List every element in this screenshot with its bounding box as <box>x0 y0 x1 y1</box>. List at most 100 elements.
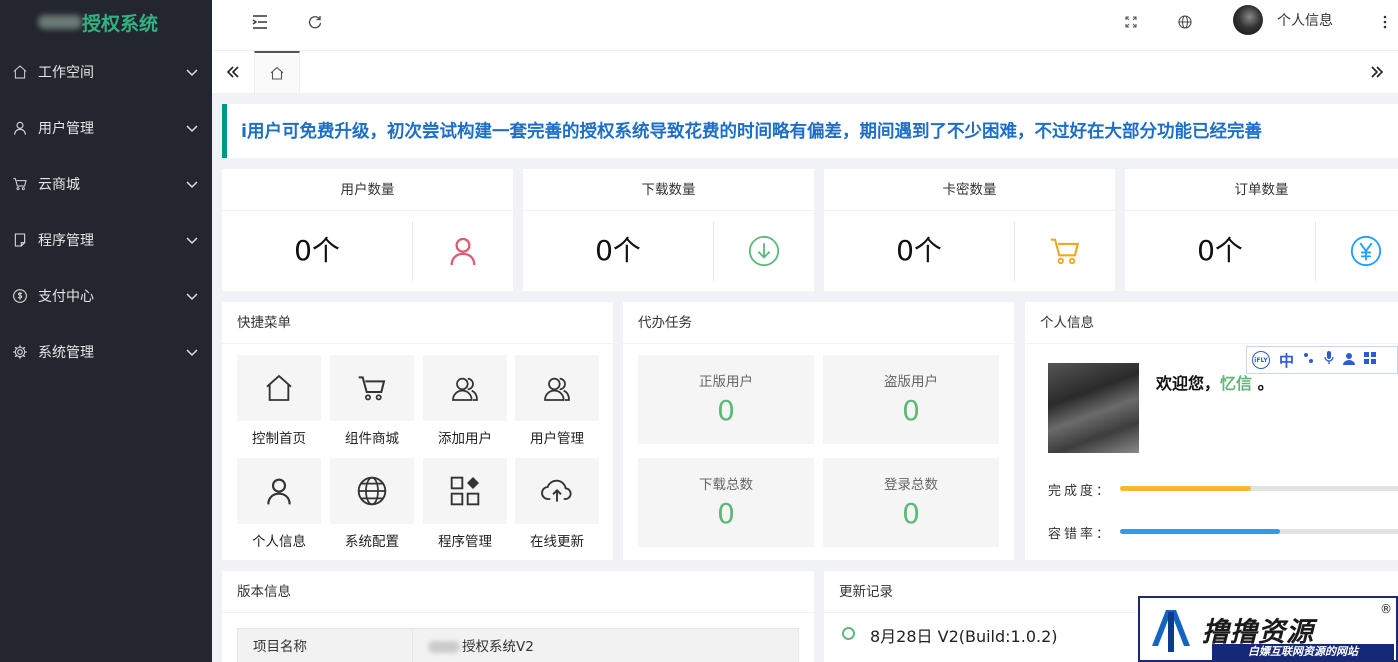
user-icon <box>412 211 513 291</box>
quick-menu-item[interactable]: 添加用户 <box>423 355 507 447</box>
welcome-prefix: 欢迎您， <box>1156 374 1221 393</box>
language-icon[interactable] <box>1174 11 1196 33</box>
quick-menu-label: 组件商城 <box>345 431 399 447</box>
sidebar-item[interactable]: 云商城 <box>0 156 212 212</box>
watermark-logo-icon <box>1140 598 1202 660</box>
quick-menu-tile <box>515 355 599 421</box>
cart-icon <box>356 372 388 404</box>
stat-value: 0个 <box>294 234 340 267</box>
ime-microphone-icon[interactable] <box>1324 351 1334 369</box>
cloud-upload-icon <box>541 475 573 507</box>
ime-grid-icon[interactable] <box>1364 352 1377 368</box>
quick-menu-label: 程序管理 <box>438 534 492 550</box>
app-logo[interactable]: 授权系统 <box>0 0 212 44</box>
logo-blur <box>38 15 82 29</box>
apps-icon <box>449 475 481 507</box>
sidebar-item[interactable]: 程序管理 <box>0 212 212 268</box>
sidebar-item[interactable]: 支付中心 <box>0 268 212 324</box>
sidebar-item-label: 云商城 <box>38 177 80 193</box>
chevron-down-icon <box>184 176 200 192</box>
version-value-cell: 授权系统V2 <box>413 629 534 662</box>
quick-menu-item[interactable]: 控制首页 <box>237 355 321 447</box>
profile-photo <box>1048 363 1139 453</box>
quick-menu-item[interactable]: 程序管理 <box>423 458 507 550</box>
stat-title: 用户数量 <box>222 169 513 211</box>
user-menu[interactable]: 个人信息 <box>1233 5 1333 35</box>
quick-menu-tile <box>237 458 321 524</box>
ime-ifly-icon[interactable]: iFLY <box>1252 351 1270 369</box>
sidebar-item[interactable]: 工作空间 <box>0 44 212 100</box>
todo-value: 0 <box>902 497 920 530</box>
app-title: 授权系统 <box>82 12 159 35</box>
cart-icon <box>12 176 28 192</box>
more-vertical-icon[interactable] <box>1374 11 1396 33</box>
version-title: 版本信息 <box>222 571 814 613</box>
quick-menu-item[interactable]: 系统配置 <box>330 458 414 550</box>
welcome-suffix: 。 <box>1252 374 1274 393</box>
stat-card: 卡密数量 0个 <box>824 169 1115 291</box>
tab-scroll-left-icon[interactable] <box>212 51 254 93</box>
quick-menu-label: 系统配置 <box>345 534 399 550</box>
ime-user-icon[interactable] <box>1343 352 1356 369</box>
profile-title: 个人信息 <box>1025 302 1398 344</box>
sidebar-item[interactable]: 系统管理 <box>0 324 212 380</box>
quick-menu-item[interactable]: 用户管理 <box>515 355 599 447</box>
todo-value: 0 <box>902 394 920 427</box>
quick-menu-item[interactable]: 个人信息 <box>237 458 321 550</box>
chevron-down-icon <box>184 120 200 136</box>
sidebar-item-label: 系统管理 <box>38 345 94 361</box>
ime-chinese-toggle[interactable]: 中 <box>1279 350 1294 371</box>
globe-icon <box>356 475 388 507</box>
todo-item[interactable]: 登录总数 0 <box>823 458 999 547</box>
user-menu-label: 个人信息 <box>1277 13 1333 29</box>
progress-fill <box>1120 529 1280 534</box>
quick-menu-item[interactable]: 在线更新 <box>515 458 599 550</box>
watermark-registered: ® <box>1380 602 1392 616</box>
avatar <box>1233 5 1263 35</box>
menu-toggle-icon[interactable] <box>249 11 271 33</box>
ime-punctuation-icon[interactable] <box>1303 352 1315 368</box>
todo-item[interactable]: 下载总数 0 <box>638 458 814 547</box>
version-key: 项目名称 <box>238 629 413 662</box>
quick-menu-tile <box>330 355 414 421</box>
tab-scroll-right-icon[interactable] <box>1356 51 1398 93</box>
chevron-down-icon <box>184 288 200 304</box>
quick-menu-label: 添加用户 <box>438 431 492 447</box>
quick-menu-tile <box>423 355 507 421</box>
progress-label: 完成度： <box>1048 484 1113 499</box>
version-table: 项目名称 授权系统V2 <box>237 628 799 662</box>
todo-item[interactable]: 正版用户 0 <box>638 355 814 444</box>
user-icon <box>12 120 28 136</box>
sidebar-item[interactable]: 用户管理 <box>0 100 212 156</box>
tab-home[interactable] <box>254 51 300 93</box>
refresh-icon[interactable] <box>304 11 326 33</box>
stat-value: 0个 <box>1197 234 1243 267</box>
chevron-down-icon <box>184 344 200 360</box>
stat-card: 下载数量 0个 <box>523 169 814 291</box>
notice-banner: i用户可免费升级，初次尝试构建一套完善的授权系统导致花费的时间略有偏差，期间遇到… <box>222 104 1398 158</box>
welcome-name: 忆信 <box>1220 374 1253 393</box>
users-icon <box>541 372 573 404</box>
tab-bar <box>212 51 1398 93</box>
progress-label: 容错率： <box>1048 527 1113 542</box>
progress-bar <box>1120 486 1398 491</box>
ime-toolbar[interactable]: iFLY 中 <box>1246 346 1398 374</box>
user-icon <box>263 475 295 507</box>
todo-panel: 代办任务 正版用户 0 盗版用户 0 下载总数 0 登录总数 0 <box>623 302 1014 560</box>
quick-menu-label: 控制首页 <box>252 431 306 447</box>
quick-menu-label: 用户管理 <box>530 431 584 447</box>
top-header: 个人信息 <box>212 0 1398 51</box>
yen-icon <box>1315 211 1398 291</box>
fullscreen-icon[interactable] <box>1120 11 1142 33</box>
todo-label: 下载总数 <box>699 477 753 493</box>
quick-menu-panel: 快捷菜单 控制首页 组件商城 添加用户 用户管理 个人信息 系统配置 程序管理 在线更新 <box>222 302 613 560</box>
todo-item[interactable]: 盗版用户 0 <box>823 355 999 444</box>
profile-panel: 个人信息 欢迎您，忆信 。 完成度： 容错率： <box>1025 302 1398 560</box>
quick-menu-label: 在线更新 <box>530 534 584 550</box>
todo-label: 正版用户 <box>699 374 753 390</box>
version-value: 授权系统V2 <box>462 639 534 655</box>
quick-menu-tile <box>423 458 507 524</box>
todo-value: 0 <box>717 394 735 427</box>
quick-menu-item[interactable]: 组件商城 <box>330 355 414 447</box>
stat-title: 订单数量 <box>1125 169 1398 211</box>
